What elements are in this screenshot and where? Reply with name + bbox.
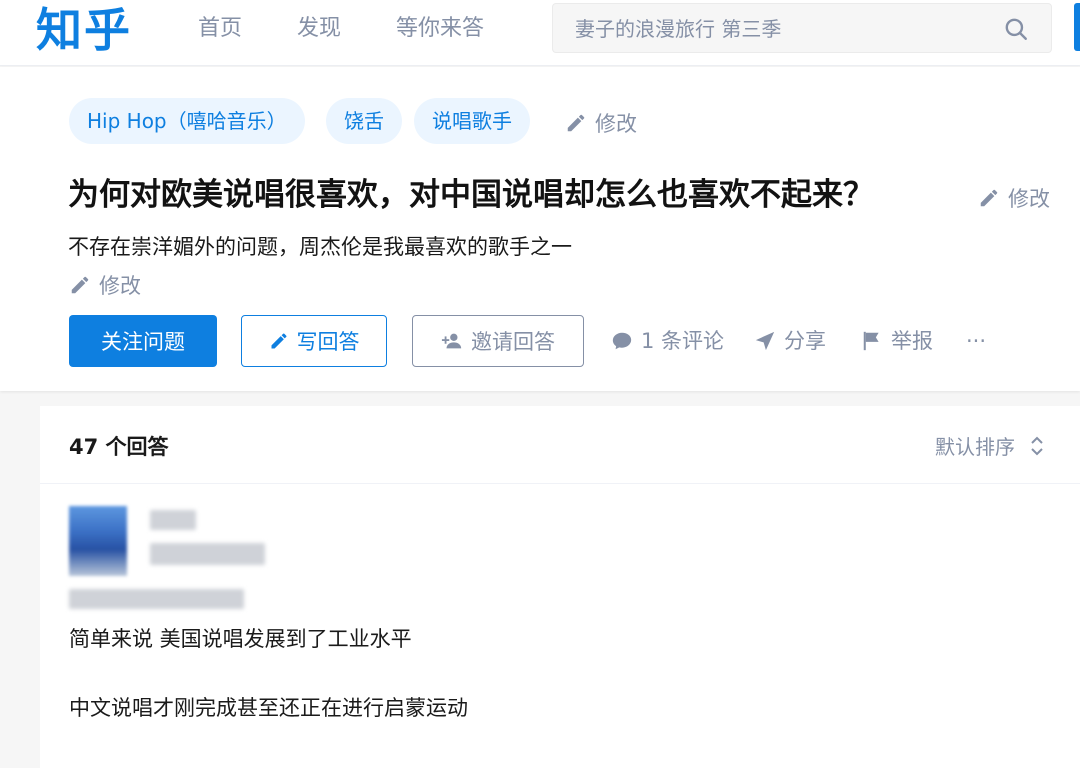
comments-button[interactable]: 1 条评论 [611, 327, 724, 355]
edit-detail-link[interactable]: 修改 [69, 270, 141, 300]
sort-arrows-icon [1031, 436, 1043, 455]
pencil-icon [980, 189, 998, 207]
answer-count: 47 个回答 [69, 435, 169, 459]
topic-tag-rapper[interactable]: 说唱歌手 [414, 98, 530, 144]
search-input[interactable] [575, 15, 975, 43]
invite-answer-button[interactable]: 邀请回答 [412, 315, 584, 367]
question-detail: 不存在崇洋媚外的问题，周杰伦是我最喜欢的歌手之一 [68, 235, 572, 259]
author-headline-blurred [150, 543, 265, 565]
question-header: Hip Hop（嘻哈音乐） 饶舌 说唱歌手 修改 为何对欧美说唱很喜欢，对中国说… [0, 67, 1080, 391]
comment-icon [612, 332, 632, 350]
edit-title-link[interactable]: 修改 [978, 183, 1050, 213]
sort-dropdown[interactable]: 默认排序 [935, 431, 1045, 460]
avatar[interactable] [69, 506, 127, 576]
write-answer-button[interactable]: 写回答 [241, 315, 387, 367]
topic-tag-rap[interactable]: 饶舌 [326, 98, 402, 144]
topic-tag-hiphop[interactable]: Hip Hop（嘻哈音乐） [69, 98, 305, 144]
answers-header: 47 个回答 默认排序 [40, 406, 1080, 484]
nav-waiting-answers[interactable]: 等你来答 [396, 15, 484, 43]
sort-label: 默认排序 [935, 435, 1015, 459]
pencil-icon [567, 114, 585, 132]
invite-answer-label: 邀请回答 [471, 330, 555, 354]
flag-icon [863, 331, 879, 351]
question-title: 为何对欧美说唱很喜欢，对中国说唱却怎么也喜欢不起来？ [68, 177, 874, 213]
voters-info-blurred [69, 589, 244, 609]
edit-label: 修改 [99, 274, 141, 298]
pencil-icon [271, 333, 287, 349]
report-button[interactable]: 举报 [861, 327, 933, 355]
search-icon[interactable] [1003, 16, 1029, 42]
author-name-blurred[interactable] [150, 510, 196, 530]
top-nav-bar: 知乎 首页 发现 等你来答 [0, 0, 1080, 66]
edit-label: 修改 [1008, 187, 1050, 211]
search-box [552, 3, 1052, 53]
share-button[interactable]: 分享 [754, 327, 826, 355]
ask-button-edge[interactable] [1074, 3, 1080, 51]
follow-question-button[interactable]: 关注问题 [69, 315, 217, 367]
edit-label: 修改 [595, 112, 637, 136]
add-user-icon [441, 333, 462, 349]
nav-home[interactable]: 首页 [198, 15, 242, 43]
write-answer-label: 写回答 [296, 330, 360, 354]
answer-paragraph: 中文说唱才刚完成甚至还正在进行启蒙运动 [69, 696, 468, 720]
zhihu-logo[interactable]: 知乎 [36, 2, 132, 58]
nav-explore[interactable]: 发现 [297, 15, 341, 43]
answers-list: 47 个回答 默认排序 简单来说 美国说唱发展到了工业水平 中文说唱才刚完成甚至… [40, 406, 1080, 768]
edit-tags-link[interactable]: 修改 [565, 108, 637, 138]
pencil-icon [71, 276, 89, 294]
paper-plane-icon [755, 331, 775, 351]
more-actions-button[interactable]: ··· [966, 327, 986, 355]
answer-paragraph: 简单来说 美国说唱发展到了工业水平 [69, 627, 412, 651]
report-label: 举报 [891, 329, 933, 353]
comments-count: 1 条评论 [641, 329, 725, 353]
share-label: 分享 [784, 329, 826, 353]
